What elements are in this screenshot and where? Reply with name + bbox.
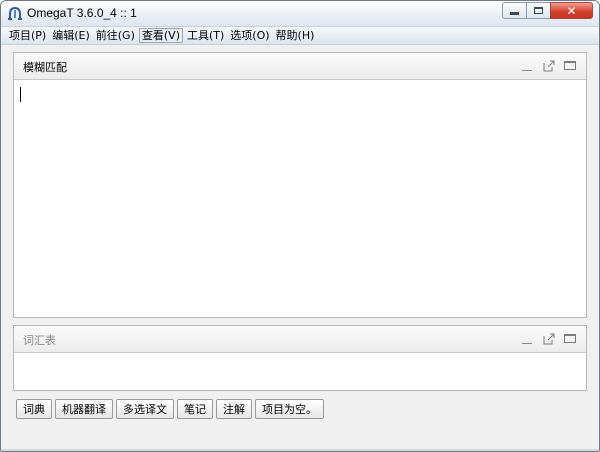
- tab-comments[interactable]: 注解: [216, 399, 252, 419]
- glossary-content[interactable]: [14, 353, 586, 390]
- tab-notes[interactable]: 笔记: [177, 399, 213, 419]
- title-bar[interactable]: OmegaT 3.6.0_4 :: 1 ✕: [1, 1, 599, 27]
- text-caret: [20, 87, 21, 102]
- fuzzy-matches-panel: 模糊匹配: [13, 52, 587, 318]
- menu-view[interactable]: 查看(V): [138, 28, 183, 43]
- minimize-panel-icon[interactable]: [520, 59, 534, 73]
- menu-goto[interactable]: 前往(G): [94, 28, 137, 43]
- menu-bar: 项目(P) 编辑(E) 前往(G) 查看(V) 工具(T) 选项(O) 帮助(H…: [1, 27, 599, 45]
- status-strip: [1, 449, 599, 451]
- fuzzy-matches-content[interactable]: [14, 80, 586, 317]
- minimize-icon: [510, 12, 519, 15]
- omegat-logo-icon: [8, 6, 22, 20]
- panel-controls: [512, 332, 578, 346]
- maximize-button[interactable]: [526, 2, 551, 19]
- window-controls: ✕: [502, 2, 593, 21]
- window-title: OmegaT 3.6.0_4 :: 1: [27, 6, 137, 20]
- undock-icon[interactable]: [542, 59, 556, 73]
- tab-dictionary[interactable]: 词典: [16, 399, 52, 419]
- glossary-panel: 词汇表: [13, 325, 587, 391]
- maximize-panel-icon[interactable]: [564, 59, 578, 73]
- menu-tools[interactable]: 工具(T): [185, 28, 226, 43]
- glossary-title: 词汇表: [23, 334, 56, 347]
- pane-tab-bar: 词典 机器翻译 多选译文 笔记 注解 项目为空。: [16, 399, 327, 419]
- maximize-panel-icon[interactable]: [564, 332, 578, 346]
- minimize-panel-icon[interactable]: [520, 332, 534, 346]
- minimize-button[interactable]: [502, 2, 527, 19]
- menu-help[interactable]: 帮助(H): [274, 28, 317, 43]
- menu-project[interactable]: 项目(P): [7, 28, 48, 43]
- close-button[interactable]: ✕: [550, 2, 593, 19]
- tab-project-status[interactable]: 项目为空。: [255, 399, 324, 419]
- menu-edit[interactable]: 编辑(E): [50, 28, 92, 43]
- fuzzy-matches-title: 模糊匹配: [23, 61, 67, 74]
- tab-machine-translation[interactable]: 机器翻译: [55, 399, 113, 419]
- app-window: OmegaT 3.6.0_4 :: 1 ✕ 项目(P) 编辑(E) 前往(G) …: [0, 0, 600, 452]
- glossary-header: 词汇表: [14, 326, 586, 353]
- menu-options[interactable]: 选项(O): [228, 28, 271, 43]
- close-icon: ✕: [566, 3, 577, 18]
- tab-multiple-translations[interactable]: 多选译文: [116, 399, 174, 419]
- undock-icon[interactable]: [542, 332, 556, 346]
- maximize-icon: [534, 7, 543, 14]
- panel-controls: [512, 59, 578, 73]
- fuzzy-matches-header: 模糊匹配: [14, 53, 586, 80]
